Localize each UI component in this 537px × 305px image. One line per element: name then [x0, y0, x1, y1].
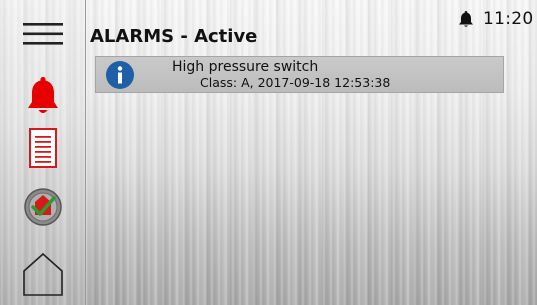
checkmark-badge-icon	[24, 188, 62, 226]
acknowledge-button[interactable]	[8, 183, 78, 231]
home-button[interactable]	[8, 248, 78, 300]
info-icon	[106, 61, 134, 89]
alarms-button[interactable]	[8, 72, 78, 120]
alarm-row[interactable]: High pressure switch Class: A, 2017-09-1…	[95, 56, 504, 93]
notification-bell-icon	[459, 11, 473, 27]
document-list-icon	[29, 128, 57, 168]
alarm-bell-icon	[28, 77, 58, 113]
alarm-log-button[interactable]	[8, 124, 78, 172]
page-title: ALARMS - Active	[90, 26, 258, 47]
home-icon	[23, 252, 63, 296]
clock: 11:20	[483, 9, 534, 29]
alarm-message: High pressure switch	[172, 59, 319, 75]
menu-icon	[23, 23, 63, 45]
menu-button[interactable]	[8, 10, 78, 58]
sidebar	[0, 0, 86, 305]
alarm-detail: Class: A, 2017-09-18 12:53:38	[200, 75, 391, 90]
